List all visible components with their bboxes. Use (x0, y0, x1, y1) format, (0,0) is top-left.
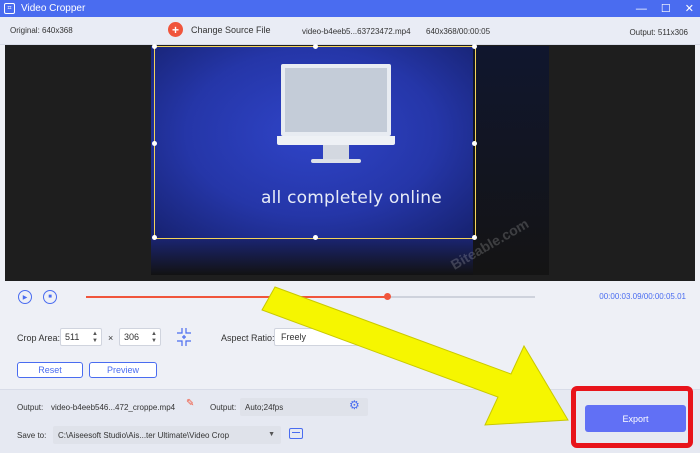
close-icon[interactable]: ✕ (685, 2, 694, 15)
aspect-ratio-select[interactable]: Freely ▼ (274, 328, 361, 346)
current-time: 00:00:03.09 (599, 292, 642, 301)
minimize-icon[interactable]: — (636, 3, 647, 15)
stepper-arrows-icon[interactable]: ▲ ▼ (92, 331, 98, 345)
source-dims-time: 640x368/00:00:05 (426, 27, 491, 36)
original-size: Original: 640x368 (10, 26, 73, 35)
save-to-label: Save to: (17, 431, 47, 440)
title-bar: ⌗ Video Cropper — ☐ ✕ (0, 0, 700, 17)
output-settings-label: Output: (210, 403, 237, 412)
info-bar: Original: 640x368 + Change Source File v… (0, 17, 700, 45)
crop-width-value: 511 (65, 332, 80, 342)
aspect-ratio-label: Aspect Ratio: (221, 333, 275, 343)
source-filename: video-b4eeb5...63723472.mp4 (302, 27, 411, 36)
progress-track[interactable] (86, 293, 535, 300)
output-file-label: Output: (17, 403, 44, 412)
play-button[interactable]: ▶ (18, 290, 32, 304)
time-display: 00:00:03.09/00:00:05.01 (599, 292, 686, 301)
video-frame: all completely online Biteable.com (151, 46, 549, 275)
monitor-base-graphic (311, 159, 361, 163)
save-path-select[interactable]: C:\Aiseesoft Studio\Ais...ter Ultimate\V… (53, 426, 281, 444)
save-path-value: C:\Aiseesoft Studio\Ais...ter Ultimate\V… (58, 430, 230, 440)
monitor-screen-graphic (281, 64, 391, 136)
progress-fill (86, 296, 387, 298)
crop-controls: Crop Area: 511 ▲ ▼ × 306 ▲ ▼ Aspect Ratio:… (0, 317, 700, 389)
gear-icon[interactable]: ⚙ (349, 399, 361, 411)
export-button[interactable]: Export (585, 405, 686, 432)
crop-height-stepper[interactable]: 306 ▲ ▼ (119, 328, 161, 346)
maximize-icon[interactable]: ☐ (661, 2, 671, 15)
output-size: Output: 511x306 (629, 28, 688, 37)
stop-button[interactable]: ■ (43, 290, 57, 304)
progress-knob[interactable] (383, 293, 391, 300)
crop-height-value: 306 (124, 332, 140, 342)
pencil-icon[interactable]: ✎ (186, 399, 196, 409)
monitor-stand-graphic (323, 145, 349, 159)
output-filename: video-b4eeb546...472_croppe.mp4 (51, 402, 176, 412)
playback-bar: ▶ ■ 00:00:03.09/00:00:05.01 (0, 281, 700, 317)
video-frame-content: all completely online (151, 46, 473, 239)
reset-button[interactable]: Reset (17, 362, 83, 378)
chevron-down-icon: ▼ (348, 334, 355, 341)
monitor-bezel-graphic (277, 136, 395, 145)
center-crop-icon[interactable] (174, 327, 194, 347)
change-source-label: Change Source File (191, 24, 271, 35)
crop-width-stepper[interactable]: 511 ▲ ▼ (60, 328, 102, 346)
times-sign: × (108, 333, 114, 343)
play-icon: ▶ (22, 294, 28, 301)
crop-area-label: Crop Area: (17, 333, 61, 343)
plus-icon: + (168, 22, 183, 37)
change-source-button[interactable]: + Change Source File (168, 22, 271, 37)
stepper-arrows-icon[interactable]: ▲ ▼ (151, 331, 157, 345)
stop-icon: ■ (48, 294, 52, 300)
video-preview-area: all completely online Biteable.com (5, 44, 695, 281)
total-time: /00:00:05.01 (641, 292, 686, 301)
window-controls: — ☐ ✕ (636, 0, 694, 17)
preview-button[interactable]: Preview (89, 362, 157, 378)
window-title: Video Cropper (21, 3, 86, 14)
crop-app-icon: ⌗ (4, 3, 15, 14)
video-caption: all completely online (261, 188, 442, 208)
folder-icon[interactable] (289, 428, 303, 439)
chevron-down-icon: ▼ (268, 431, 275, 438)
video-dark-bottom (151, 239, 473, 275)
output-settings-value: Auto;24fps (245, 402, 284, 412)
aspect-ratio-value: Freely (281, 332, 307, 342)
output-panel: Output: video-b4eeb546...472_croppe.mp4 … (0, 389, 700, 453)
